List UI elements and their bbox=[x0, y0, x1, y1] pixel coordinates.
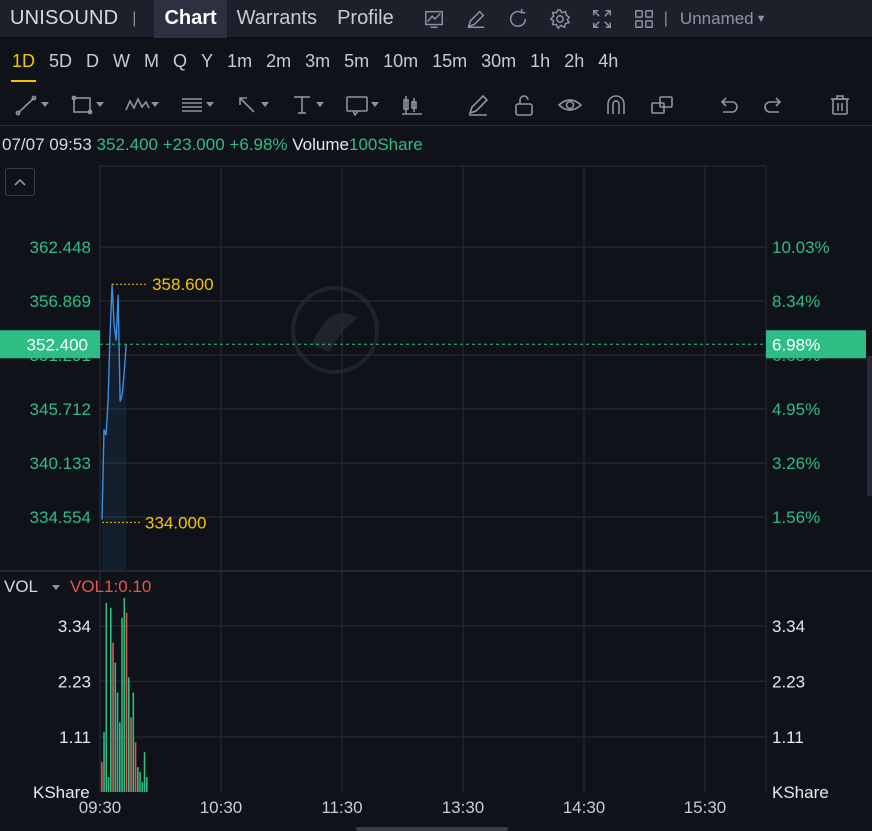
volume-bar bbox=[130, 717, 132, 792]
time-axis-label: 10:30 bbox=[200, 798, 243, 817]
low-marker-label: 334.000 bbox=[145, 513, 206, 532]
volume-bar bbox=[143, 752, 146, 792]
percent-axis-label: 8.34% bbox=[772, 292, 820, 311]
percent-axis-label: 4.95% bbox=[772, 400, 820, 419]
percent-axis-label: 1.56% bbox=[772, 508, 820, 527]
price-axis-label: 334.554 bbox=[30, 508, 91, 527]
volume-axis-label: 2.23 bbox=[58, 672, 91, 691]
chevron-up-icon bbox=[14, 178, 26, 186]
volume-bar bbox=[103, 732, 105, 792]
volume-axis-label-right: 1.11 bbox=[772, 728, 804, 747]
volume-params: VOL1:0.10 bbox=[70, 577, 152, 596]
scrollbar[interactable] bbox=[867, 356, 872, 496]
volume-bar bbox=[114, 662, 117, 792]
collapse-panel-button[interactable] bbox=[5, 168, 35, 196]
time-axis-label: 14:30 bbox=[563, 798, 606, 817]
volume-bar bbox=[139, 772, 141, 792]
volume-bar bbox=[119, 722, 121, 792]
time-axis-label: 13:30 bbox=[442, 798, 485, 817]
volume-axis-label: 1.11 bbox=[59, 728, 91, 747]
time-scrollbar[interactable] bbox=[356, 827, 508, 831]
volume-axis-label-right: 3.34 bbox=[772, 617, 805, 636]
caret-down-icon[interactable] bbox=[52, 584, 61, 590]
current-pct-badge-text: 6.98% bbox=[772, 335, 820, 354]
high-marker-label: 358.600 bbox=[152, 275, 213, 294]
price-axis-label: 345.712 bbox=[30, 400, 91, 419]
volume-bar bbox=[146, 777, 148, 792]
price-axis-label: 340.133 bbox=[30, 454, 91, 473]
price-axis-label: 362.448 bbox=[30, 238, 91, 257]
current-price-badge-text: 352.400 bbox=[27, 335, 88, 354]
volume-header: VOL VOL1:0.10 bbox=[4, 577, 151, 597]
volume-bar bbox=[101, 762, 103, 792]
volume-indicator-name[interactable]: VOL bbox=[4, 577, 38, 597]
volume-bar bbox=[110, 607, 112, 792]
percent-axis-label: 3.26% bbox=[772, 454, 820, 473]
volume-bar bbox=[121, 617, 123, 792]
volume-bar bbox=[141, 782, 144, 792]
volume-axis-label-right: 2.23 bbox=[772, 672, 805, 691]
time-axis-label: 09:30 bbox=[79, 798, 122, 817]
volume-unit-label-right: KShare bbox=[772, 783, 829, 802]
volume-axis-label: 3.34 bbox=[58, 617, 91, 636]
percent-axis-label: 10.03% bbox=[772, 238, 830, 257]
volume-bar bbox=[116, 692, 119, 792]
volume-bar bbox=[125, 612, 128, 792]
volume-bar bbox=[128, 677, 130, 792]
volume-bar bbox=[123, 597, 126, 792]
volume-bar bbox=[137, 767, 139, 792]
time-axis-label: 15:30 bbox=[684, 798, 727, 817]
price-chart[interactable]: 362.448356.869351.291345.712340.133334.5… bbox=[0, 0, 872, 831]
time-axis-label: 11:30 bbox=[321, 798, 362, 817]
volume-bar bbox=[112, 642, 114, 792]
volume-bar bbox=[107, 777, 110, 792]
volume-bar bbox=[134, 742, 137, 792]
volume-bar bbox=[132, 692, 135, 792]
price-axis-label: 356.869 bbox=[30, 292, 91, 311]
volume-bar bbox=[105, 602, 108, 792]
